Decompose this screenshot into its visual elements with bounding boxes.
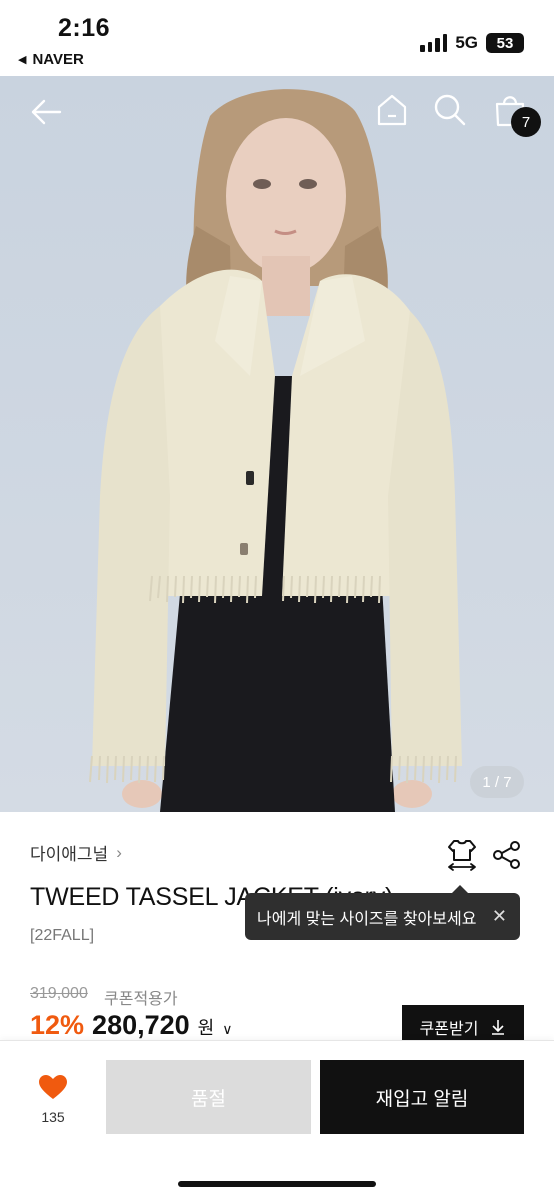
price-row[interactable]: 12% 280,720 원 ∨: [30, 1010, 232, 1041]
get-coupon-label: 쿠폰받기: [419, 1020, 479, 1038]
home-icon[interactable]: [372, 90, 412, 130]
download-icon: [492, 1019, 505, 1035]
back-app-label: NAVER: [32, 51, 84, 68]
share-icon[interactable]: [492, 840, 522, 875]
chevron-down-icon[interactable]: ∨: [222, 1021, 232, 1038]
currency-label: 원: [197, 1018, 215, 1038]
cellular-signal-icon: [420, 34, 448, 52]
original-price: 319,000: [30, 985, 88, 1002]
cart-count-badge[interactable]: 7: [511, 107, 541, 137]
back-arrow-icon[interactable]: [26, 94, 66, 130]
search-icon[interactable]: [430, 90, 470, 130]
close-icon[interactable]: ✕: [492, 906, 507, 927]
back-triangle-icon: ◀: [18, 54, 27, 66]
image-counter: 1 / 7: [470, 766, 524, 798]
heart-icon: [39, 1075, 67, 1099]
home-indicator: [178, 1181, 376, 1187]
network-type: 5G: [455, 33, 478, 52]
soldout-button[interactable]: 품절: [106, 1060, 311, 1134]
discount-rate: 12%: [30, 1010, 85, 1040]
brand-link[interactable]: 다이애그널 ›: [30, 840, 122, 865]
product-image-gallery[interactable]: 1 / 7: [0, 76, 554, 812]
status-time: 2:16: [58, 14, 111, 42]
chevron-right-icon: ›: [116, 842, 122, 862]
brand-name: 다이애그널: [30, 845, 109, 864]
size-tooltip: 나에게 맞는 사이즈를 찾아보세요 ✕: [245, 885, 520, 940]
restock-alert-button[interactable]: 재입고 알림: [320, 1060, 524, 1134]
sale-price: 280,720: [92, 1010, 190, 1040]
size-tooltip-text: 나에게 맞는 사이즈를 찾아보세요: [257, 910, 477, 928]
product-photo: [89, 89, 462, 812]
back-to-app-link[interactable]: ◀ NAVER: [18, 51, 84, 68]
like-count: 135: [41, 1109, 65, 1125]
status-indicators: 5G 53: [420, 33, 524, 53]
like-button[interactable]: 135: [30, 1074, 76, 1125]
coupon-price-label: 쿠폰적용가: [104, 991, 178, 1008]
product-season: [22FALL]: [30, 927, 95, 944]
size-guide-icon[interactable]: [446, 838, 478, 877]
battery-icon: 53: [486, 33, 524, 53]
status-bar: 2:16 ◀ NAVER 5G 53: [0, 0, 554, 76]
